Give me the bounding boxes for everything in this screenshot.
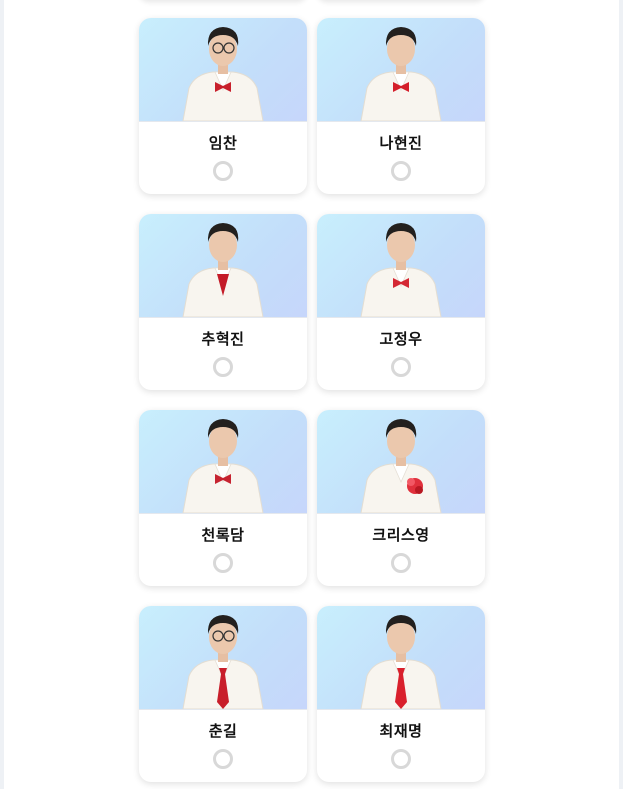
candidate-name: 추혁진 <box>201 330 245 348</box>
candidate-card[interactable]: 최재명 <box>317 606 485 782</box>
candidate-name: 천록담 <box>201 526 245 544</box>
candidate-photo <box>317 18 485 122</box>
vote-radio[interactable] <box>391 749 411 769</box>
candidate-name: 크리스영 <box>372 526 430 544</box>
candidate-card[interactable]: 크리스영 <box>317 410 485 586</box>
candidate-card[interactable]: 고정우 <box>317 214 485 390</box>
vote-radio[interactable] <box>213 161 233 181</box>
candidate-photo <box>139 410 307 514</box>
candidate-name: 고정우 <box>379 330 423 348</box>
candidate-name: 임찬 <box>208 134 238 152</box>
page-right-border <box>619 0 623 789</box>
candidate-card[interactable]: 춘길 <box>139 606 307 782</box>
candidate-name: 춘길 <box>208 722 238 740</box>
candidate-photo <box>317 606 485 710</box>
candidate-photo <box>139 214 307 318</box>
candidate-photo <box>139 606 307 710</box>
candidate-photo <box>139 18 307 122</box>
candidate-name: 나현진 <box>379 134 423 152</box>
vote-radio[interactable] <box>391 553 411 573</box>
candidate-card[interactable]: 천록담 <box>139 410 307 586</box>
candidate-photo <box>317 410 485 514</box>
page-left-border <box>0 0 4 789</box>
candidate-card[interactable]: 나현진 <box>317 18 485 194</box>
candidate-name: 최재명 <box>379 722 423 740</box>
vote-radio[interactable] <box>213 749 233 769</box>
candidate-photo <box>317 214 485 318</box>
vote-radio[interactable] <box>213 553 233 573</box>
vote-radio[interactable] <box>391 161 411 181</box>
candidate-card[interactable]: 임찬 <box>139 18 307 194</box>
vote-radio[interactable] <box>391 357 411 377</box>
vote-radio[interactable] <box>213 357 233 377</box>
candidate-card[interactable]: 추혁진 <box>139 214 307 390</box>
